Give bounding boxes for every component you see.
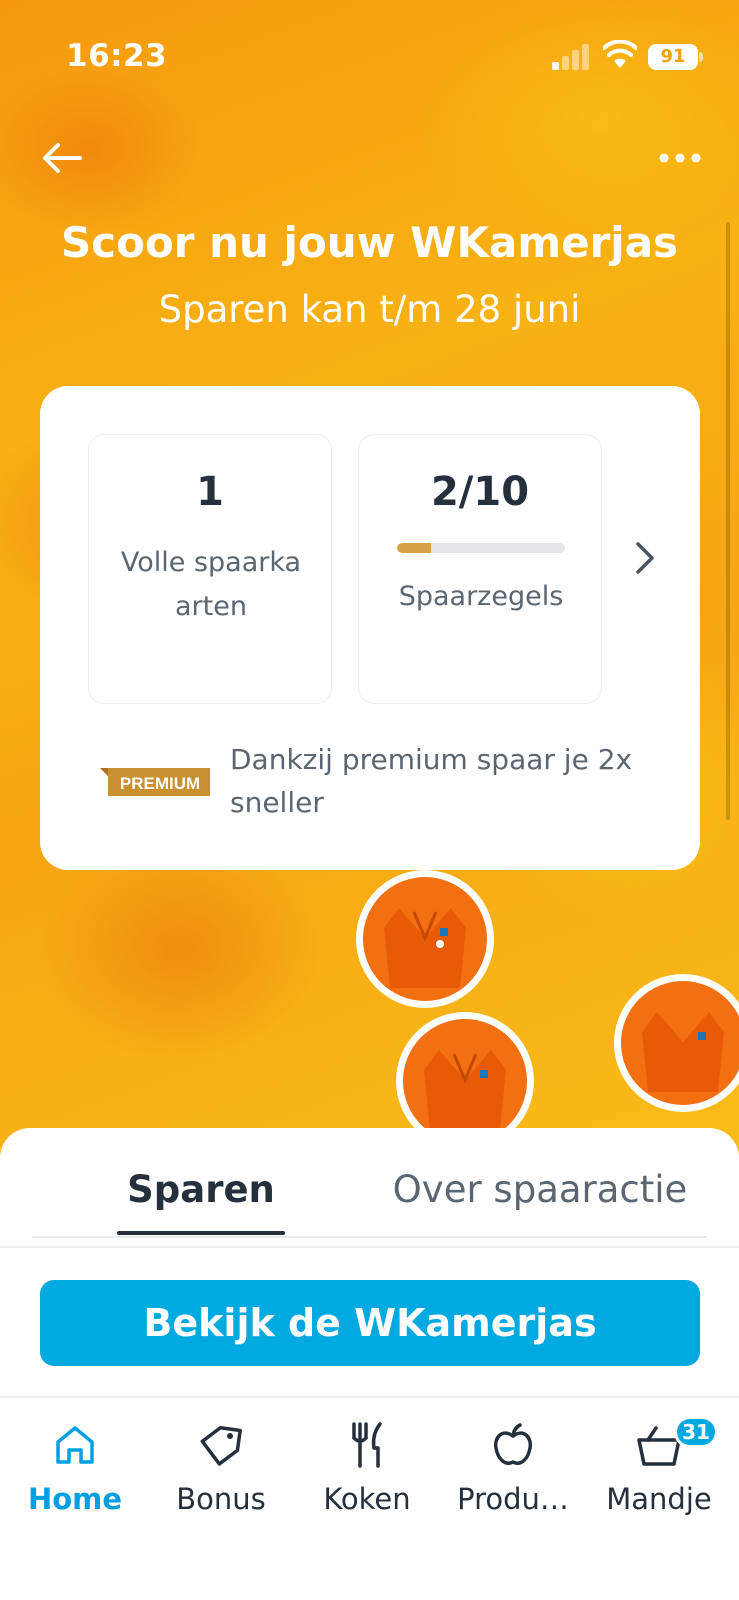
cellular-signal-icon <box>552 44 589 70</box>
nav-item-bonus[interactable]: Bonus <box>146 1420 296 1516</box>
nav-label-bonus: Bonus <box>176 1482 266 1516</box>
stamps-value: 2/10 <box>430 469 530 515</box>
nav-label-mandje: Mandje <box>606 1482 712 1516</box>
full-cards-label: Volle spaarkaarten <box>120 547 302 622</box>
wkamerjas-stamp-image <box>356 870 494 1008</box>
tab-divider <box>32 1236 707 1238</box>
tag-icon <box>200 1425 242 1466</box>
status-time: 16:23 <box>66 38 168 74</box>
nav-label-home: Home <box>27 1482 123 1516</box>
premium-info-text: Dankzij premium spaar je 2x sneller <box>230 743 633 819</box>
nav-item-producten[interactable]: Produ… <box>438 1420 588 1516</box>
wifi-icon <box>603 40 637 68</box>
nav-label-producten: Produ… <box>457 1482 569 1516</box>
status-bar: 16:23 91 <box>0 0 739 110</box>
active-tab-indicator <box>117 1231 285 1235</box>
home-icon <box>56 1426 94 1464</box>
page-title: Scoor nu jouw WKamerjas <box>60 218 679 267</box>
full-cards-value: 1 <box>196 469 224 515</box>
scrollbar[interactable] <box>726 222 730 820</box>
cutlery-icon <box>352 1422 382 1468</box>
section-divider <box>0 1246 739 1248</box>
nav-item-koken[interactable]: Koken <box>292 1420 442 1516</box>
bottom-nav: Home Bonus Koken Produ… Mandje 31 <box>0 1396 739 1600</box>
nav-item-home[interactable]: Home <box>0 1420 150 1516</box>
premium-badge: PREMIUM <box>100 768 210 796</box>
battery-nub <box>699 52 703 62</box>
page-subtitle: Sparen kan t/m 28 juni <box>158 288 581 331</box>
stamps-progress-bar <box>397 543 565 553</box>
view-wkamerjas-button[interactable]: Bekijk de WKamerjas <box>40 1280 700 1366</box>
stamps-stat[interactable]: 2/10 Spaarzegels <box>358 434 602 704</box>
more-horizontal-icon[interactable] <box>656 146 704 170</box>
stamps-label: Spaarzegels <box>398 581 564 612</box>
savings-card[interactable]: 1 Volle spaarkaarten 2/10 Spaarzegels PR… <box>40 386 700 870</box>
apple-icon <box>493 1423 533 1465</box>
chevron-right-icon[interactable] <box>630 536 660 580</box>
cart-count-badge: 31 <box>674 1416 718 1448</box>
full-cards-stat[interactable]: 1 Volle spaarkaarten <box>88 434 332 704</box>
nav-item-mandje[interactable]: Mandje 31 <box>584 1416 734 1516</box>
stamps-progress-fill <box>397 543 431 553</box>
tab-over-spaaractie[interactable]: Over spaaractie <box>380 1168 700 1211</box>
arrow-left-icon[interactable] <box>38 136 86 180</box>
tab-sparen[interactable]: Sparen <box>117 1168 285 1211</box>
nav-label-koken: Koken <box>323 1482 411 1516</box>
premium-badge-text: PREMIUM <box>120 774 200 793</box>
battery-icon: 91 <box>648 44 698 70</box>
